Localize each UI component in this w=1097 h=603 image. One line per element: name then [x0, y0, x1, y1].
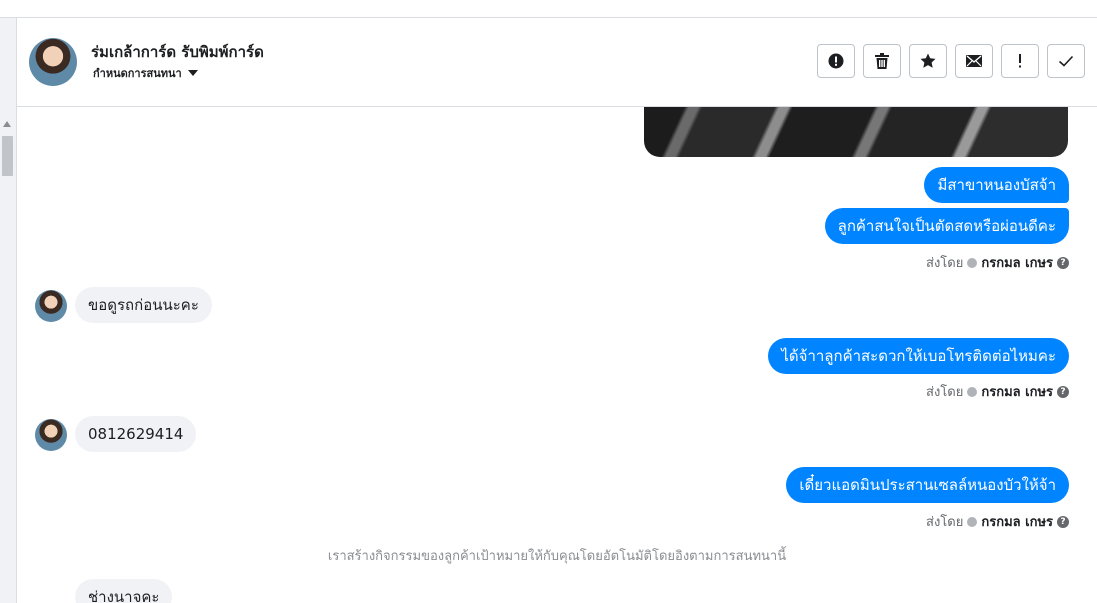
left-scroll-rail[interactable]	[0, 18, 17, 603]
alert-circle-icon	[828, 53, 844, 69]
outgoing-message[interactable]: เดี๋ยวแอดมินประสานเซลล์หนองบัวให้จ้า	[786, 467, 1069, 503]
agent-status-icon	[967, 257, 978, 268]
top-strip	[0, 0, 1097, 18]
contact-avatar-small[interactable]	[35, 290, 67, 322]
delete-button[interactable]	[863, 44, 901, 78]
sent-by-prefix: ส่งโดย	[926, 256, 964, 271]
exclamation-icon	[1019, 54, 1021, 68]
conversation-header: ร่มเกล้าการ์ด รับพิมพ์การ์ด กำหนดการสนทน…	[17, 18, 1097, 107]
sent-by-agent[interactable]: กรกมล เกษร	[981, 511, 1053, 532]
contact-name[interactable]: ร่มเกล้าการ์ด รับพิมพ์การ์ด	[91, 40, 264, 64]
scroll-up-arrow-icon[interactable]	[3, 121, 11, 127]
message-thread[interactable]: มีสาขาหนองบัสจ้า ลูกค้าสนใจเป็นตัดสดหรือ…	[17, 107, 1097, 603]
help-icon[interactable]: ?	[1057, 256, 1069, 269]
mark-unread-button[interactable]	[955, 44, 993, 78]
sent-by-prefix: ส่งโดย	[926, 385, 964, 400]
sent-by-label: ส่งโดย กรกมล เกษร ?	[926, 511, 1069, 532]
check-icon	[1058, 55, 1074, 67]
incoming-message[interactable]: 0812629414	[75, 416, 197, 452]
outgoing-message[interactable]: ลูกค้าสนใจเป็นตัดสดหรือผ่อนดีคะ	[824, 208, 1069, 244]
help-icon[interactable]: ?	[1057, 515, 1069, 528]
outgoing-message[interactable]: ได้จ้าาลูกค้าสะดวกให้เบอโทรติดต่อไหมคะ	[768, 338, 1069, 374]
shared-photo[interactable]	[644, 107, 1068, 157]
outgoing-message[interactable]: มีสาขาหนองบัสจ้า	[924, 167, 1069, 203]
help-icon[interactable]: ?	[1057, 385, 1069, 398]
caret-down-icon	[187, 70, 198, 76]
sent-by-agent[interactable]: กรกมล เกษร	[981, 252, 1053, 273]
follow-up-button[interactable]	[1001, 44, 1039, 78]
mark-done-button[interactable]	[1047, 44, 1085, 78]
star-icon	[920, 53, 936, 68]
incoming-message[interactable]: ช่างนาจคะ	[75, 579, 173, 603]
sent-by-agent[interactable]: กรกมล เกษร	[981, 381, 1053, 402]
sent-by-prefix: ส่งโดย	[926, 515, 964, 530]
incoming-message[interactable]: ขอดูรถก่อนนะคะ	[75, 287, 212, 323]
star-button[interactable]	[909, 44, 947, 78]
system-note: เราสร้างกิจกรรมของลูกค้าเป้าหมายให้กับคุ…	[327, 549, 787, 564]
scrollbar-thumb[interactable]	[2, 136, 13, 176]
sent-by-label: ส่งโดย กรกมล เกษร ?	[926, 381, 1069, 402]
agent-status-icon	[967, 386, 978, 397]
agent-status-icon	[967, 516, 978, 527]
contact-avatar-small[interactable]	[35, 419, 67, 451]
assign-conversation-dropdown[interactable]: กำหนดการสนทนา	[93, 64, 198, 82]
assign-label: กำหนดการสนทนา	[93, 67, 182, 80]
action-toolbar	[817, 44, 1085, 78]
envelope-icon	[966, 55, 982, 67]
report-spam-button[interactable]	[817, 44, 855, 78]
sent-by-label: ส่งโดย กรกมล เกษร ?	[926, 252, 1069, 273]
trash-icon	[875, 53, 889, 69]
contact-avatar[interactable]	[29, 38, 77, 86]
